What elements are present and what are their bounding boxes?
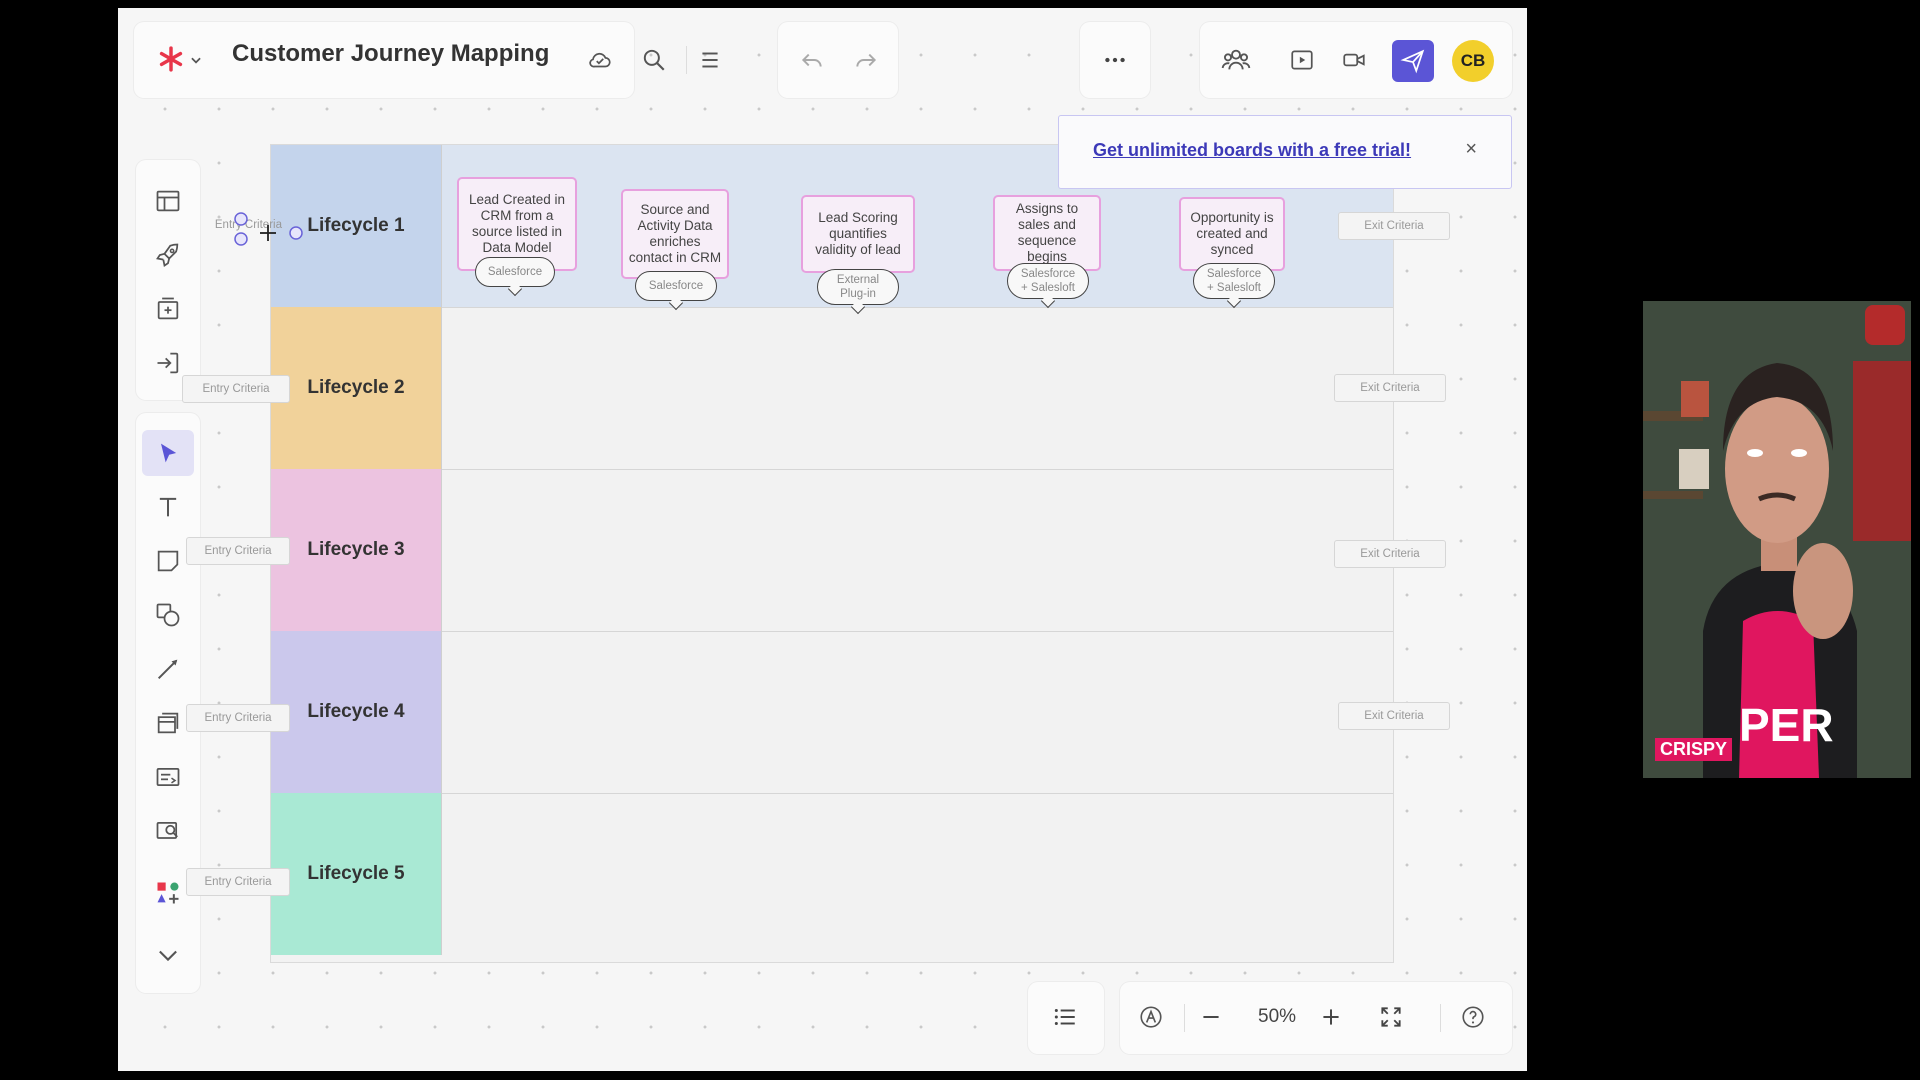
chevron-down-icon[interactable] (188, 52, 204, 68)
table-tool-icon[interactable] (142, 754, 194, 800)
rocket-icon[interactable] (142, 232, 194, 278)
avatar[interactable]: CB (1452, 40, 1494, 82)
text-tool-icon[interactable] (142, 484, 194, 530)
lane-lifecycle-5[interactable]: Lifecycle 5 (271, 793, 1393, 955)
accessibility-icon[interactable] (1134, 1000, 1168, 1034)
select-tool-icon[interactable] (142, 430, 194, 476)
share-send-icon (1400, 49, 1425, 74)
exit-criteria-label[interactable]: Exit Criteria (1334, 540, 1446, 568)
more-icon[interactable] (1098, 44, 1132, 76)
zoom-out-icon[interactable] (1194, 1000, 1228, 1034)
share-send-button[interactable] (1392, 40, 1434, 82)
help-icon[interactable] (1456, 1000, 1490, 1034)
entry-criteria-label[interactable]: Entry Criteria (186, 704, 290, 732)
cloud-sync-icon[interactable] (584, 44, 616, 76)
outline-list-icon[interactable] (1048, 1000, 1082, 1034)
undo-icon[interactable] (796, 44, 828, 76)
free-trial-banner: Get unlimited boards with a free trial! … (1058, 115, 1512, 189)
streamer-name-tag: CRISPY (1655, 738, 1733, 761)
exit-criteria-label[interactable]: Exit Criteria (1334, 374, 1446, 402)
collaborators-icon[interactable] (1218, 42, 1254, 78)
menu-icon[interactable] (694, 44, 726, 76)
lane-label[interactable]: Lifecycle 3 (271, 469, 442, 631)
image-search-icon[interactable] (142, 808, 194, 854)
move-cursor-icon (260, 225, 276, 241)
lane-lifecycle-3[interactable]: Lifecycle 3 (271, 469, 1393, 632)
selection-handles[interactable] (228, 204, 428, 252)
tool-bubble[interactable]: Salesforce + Salesloft (1007, 263, 1089, 299)
entry-criteria-label[interactable]: Entry Criteria (182, 375, 290, 403)
lane-lifecycle-2[interactable]: Lifecycle 2 (271, 307, 1393, 470)
add-frame-icon[interactable] (142, 286, 194, 332)
free-trial-link[interactable]: Get unlimited boards with a free trial! (1093, 140, 1411, 161)
lane-label[interactable]: Lifecycle 2 (271, 307, 442, 469)
selection-handle (234, 232, 248, 246)
expand-toolbar-chevron-icon[interactable] (142, 932, 194, 978)
tool-bubble[interactable]: Salesforce (475, 257, 555, 287)
webcam-person-illustration: PER (1643, 301, 1911, 778)
redo-icon[interactable] (850, 44, 882, 76)
logo-asterisk-icon[interactable] (156, 44, 186, 74)
zoom-divider (1440, 1004, 1441, 1032)
process-step-node[interactable]: Lead Scoring quantifies validity of lead (801, 195, 915, 273)
search-icon[interactable] (638, 44, 670, 76)
lane-label[interactable]: Lifecycle 5 (271, 793, 442, 955)
exit-criteria-label[interactable]: Exit Criteria (1338, 212, 1450, 240)
swimlane-board[interactable]: Lifecycle 1 Lifecycle 2 Lifecycle 3 Life… (270, 144, 1394, 963)
selection-handle (234, 212, 248, 226)
selection-handle (289, 226, 303, 240)
tool-bubble[interactable]: External Plug-in (817, 269, 899, 305)
lane-label[interactable]: Lifecycle 4 (271, 631, 442, 793)
entry-criteria-label[interactable]: Entry Criteria (186, 537, 290, 565)
tool-bubble[interactable]: Salesforce + Salesloft (1193, 263, 1275, 299)
process-step-node[interactable]: Opportunity is created and synced (1179, 197, 1285, 271)
video-call-icon[interactable] (1338, 44, 1370, 76)
lane-lifecycle-4[interactable]: Lifecycle 4 (271, 631, 1393, 794)
zoom-level[interactable]: 50% (1258, 1006, 1296, 1028)
present-icon[interactable] (1286, 44, 1318, 76)
exit-criteria-label[interactable]: Exit Criteria (1338, 702, 1450, 730)
entry-criteria-label[interactable]: Entry Criteria (186, 868, 290, 896)
tool-bubble[interactable]: Salesforce (635, 271, 717, 301)
shapes-icon[interactable] (142, 592, 194, 638)
webcam-video: PER CRISPY (1643, 301, 1911, 778)
board-title[interactable]: Customer Journey Mapping (232, 40, 549, 68)
process-step-node[interactable]: Assigns to sales and sequence begins (993, 195, 1101, 271)
process-step-node[interactable]: Source and Activity Data enriches contac… (621, 189, 729, 279)
close-icon[interactable]: × (1465, 138, 1477, 161)
svg-text:PER: PER (1739, 699, 1834, 751)
line-tool-icon[interactable] (142, 646, 194, 692)
zoom-divider (1184, 1004, 1185, 1032)
fit-to-screen-icon[interactable] (1374, 1000, 1408, 1034)
templates-icon[interactable] (142, 178, 194, 224)
whiteboard-app: Customer Journey Mapping CB Lifecycle 1 … (118, 8, 1527, 1071)
zoom-in-icon[interactable] (1314, 1000, 1348, 1034)
header-divider (686, 46, 687, 74)
